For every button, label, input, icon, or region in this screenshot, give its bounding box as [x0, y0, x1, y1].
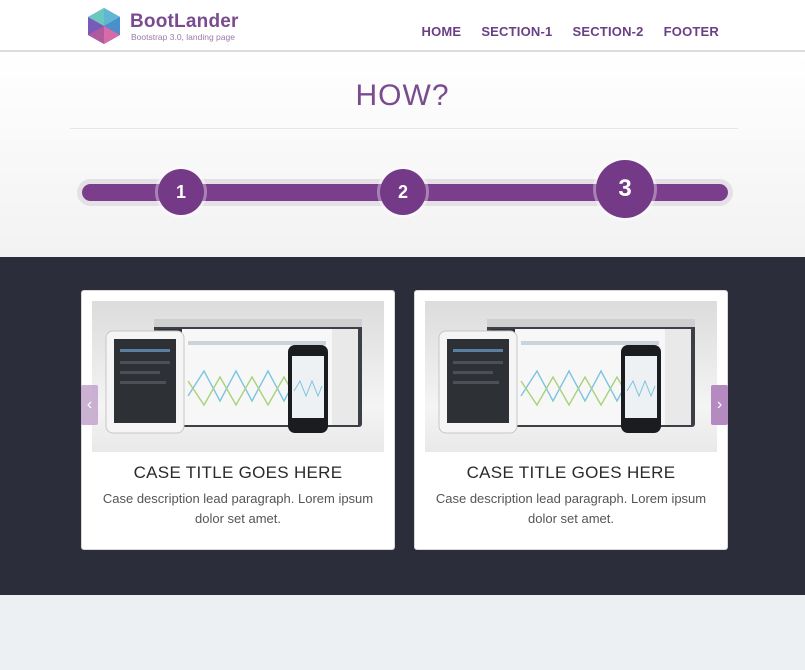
brand[interactable]: BootLander Bootstrap 3.0, landing page [85, 7, 265, 45]
nav-home[interactable]: HOME [422, 24, 462, 39]
case-description: Case description lead paragraph. Lorem i… [102, 491, 374, 526]
carousel-prev-button[interactable]: ‹ [81, 385, 98, 425]
step-3-active[interactable]: 3 [596, 160, 654, 218]
case-card[interactable]: CASE TITLE GOES HERE Case description le… [81, 290, 395, 550]
section-divider [70, 128, 738, 129]
nav-section-1[interactable]: SECTION-1 [481, 24, 552, 39]
navbar: BootLander Bootstrap 3.0, landing page H… [0, 0, 805, 52]
brand-tagline: Bootstrap 3.0, landing page [131, 32, 235, 42]
chevron-left-icon: ‹ [86, 396, 93, 413]
how-title: HOW? [355, 79, 450, 112]
nav-section-2[interactable]: SECTION-2 [572, 24, 643, 39]
step-1[interactable]: 1 [158, 169, 204, 215]
chevron-right-icon: › [716, 396, 723, 413]
case-screenshot-image [425, 301, 717, 452]
step-2[interactable]: 2 [380, 169, 426, 215]
brand-name: BootLander [130, 11, 239, 32]
case-description: Case description lead paragraph. Lorem i… [435, 491, 707, 526]
case-title: CASE TITLE GOES HERE [133, 463, 343, 482]
case-card[interactable]: CASE TITLE GOES HERE Case description le… [414, 290, 728, 550]
main-nav: HOME SECTION-1 SECTION-2 FOOTER [422, 24, 720, 39]
cases-section: CASE TITLE GOES HERE Case description le… [0, 257, 805, 595]
carousel-next-button[interactable]: › [711, 385, 728, 425]
hexagon-logo-icon [88, 8, 120, 44]
case-screenshot-image [92, 301, 384, 452]
case-title: CASE TITLE GOES HERE [466, 463, 676, 482]
nav-footer[interactable]: FOOTER [664, 24, 719, 39]
how-section: HOW? 1 2 3 [0, 52, 805, 257]
